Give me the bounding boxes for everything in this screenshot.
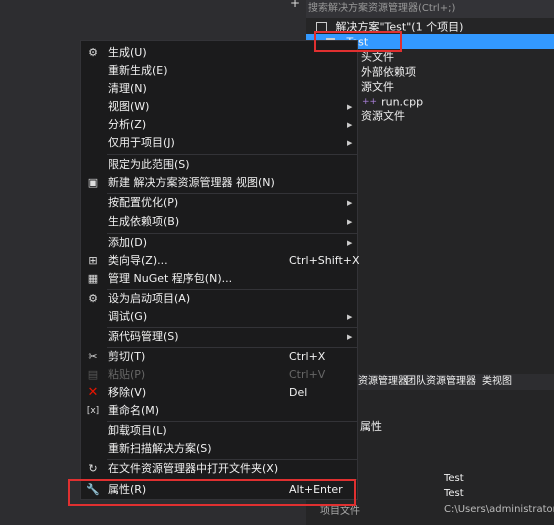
- add-icon[interactable]: +: [290, 0, 300, 10]
- menu-item-unload[interactable]: 卸载项目(L): [81, 422, 357, 440]
- menu-item-rename[interactable]: [x] 重命名(M): [81, 402, 357, 420]
- submenu-arrow-icon: ▶: [347, 121, 353, 129]
- tree-node-resources[interactable]: 资源文件: [361, 108, 405, 123]
- menu-item-analyze[interactable]: 分析(Z) ▶: [81, 116, 357, 134]
- menu-item-build-deps[interactable]: 生成依赖项(B) ▶: [81, 213, 357, 231]
- nuget-icon: ▦: [87, 272, 99, 285]
- submenu-arrow-icon: ▶: [347, 103, 353, 111]
- tree-node-runcpp[interactable]: ++ run.cpp: [362, 94, 423, 109]
- menu-item-add[interactable]: 添加(D) ▶: [81, 234, 357, 252]
- paste-icon: ▤: [87, 368, 99, 381]
- menu-item-new-view[interactable]: ▣ 新建 解决方案资源管理器 视图(N): [81, 174, 357, 192]
- build-icon: ⚙: [88, 46, 98, 59]
- remove-icon: ✕: [87, 385, 99, 400]
- menu-item-scope[interactable]: 限定为此范围(S): [81, 156, 357, 174]
- menu-item-nuget[interactable]: ▦ 管理 NuGet 程序包(N)...: [81, 270, 357, 288]
- tab-class-view[interactable]: 类视图: [482, 374, 512, 390]
- context-menu: ⚙ 生成(U) 重新生成(E) 清理(N) 视图(W) ▶ 分析(Z) ▶ 仅用于项目…: [80, 40, 360, 500]
- menu-item-paste[interactable]: ▤ 粘贴(P) Ctrl+V: [81, 366, 357, 384]
- submenu-arrow-icon: ▶: [347, 313, 353, 321]
- submenu-arrow-icon: ▶: [347, 333, 353, 341]
- new-view-icon: ▣: [87, 176, 99, 189]
- menu-item-remove[interactable]: ✕ 移除(V) Del: [81, 384, 357, 402]
- cut-icon: ✂: [88, 350, 98, 363]
- properties-highlight-box: [68, 479, 356, 506]
- menu-item-rescan[interactable]: 重新扫描解决方案(S): [81, 440, 357, 458]
- properties-title: 属性: [360, 420, 382, 433]
- explorer-search-input[interactable]: 搜索解决方案资源管理器(Ctrl+;): [306, 0, 554, 18]
- menu-item-project-only[interactable]: 仅用于项目(J) ▶: [81, 134, 357, 152]
- tree-node-external[interactable]: 外部依赖项: [361, 64, 416, 79]
- prop-value: Test: [444, 473, 464, 484]
- menu-item-source-control[interactable]: 源代码管理(S) ▶: [81, 328, 357, 346]
- menu-item-view[interactable]: 视图(W) ▶: [81, 98, 357, 116]
- submenu-arrow-icon: ▶: [347, 139, 353, 147]
- submenu-arrow-icon: ▶: [347, 239, 353, 247]
- project-highlight-box: [314, 31, 402, 52]
- open-folder-icon: ↻: [88, 462, 98, 475]
- gear-icon: ⚙: [88, 292, 98, 305]
- menu-item-cut[interactable]: ✂ 剪切(T) Ctrl+X: [81, 348, 357, 366]
- menu-item-pgo[interactable]: 按配置优化(P) ▶: [81, 194, 357, 212]
- cpp-file-icon: ++: [362, 96, 378, 107]
- class-wizard-icon: ⊞: [88, 254, 98, 267]
- menu-item-clean[interactable]: 清理(N): [81, 80, 357, 98]
- submenu-arrow-icon: ▶: [347, 218, 353, 226]
- prop-value: C:\Users\administrator\dc: [444, 504, 554, 515]
- prop-value: Test: [444, 488, 464, 499]
- tab-solution-explorer[interactable]: 资源管理器: [358, 374, 408, 390]
- menu-separator: [107, 154, 357, 155]
- menu-item-class-wizard[interactable]: ⊞ 类向导(Z)... Ctrl+Shift+X: [81, 252, 359, 270]
- menu-item-open-folder[interactable]: ↻ 在文件资源管理器中打开文件夹(X): [81, 460, 357, 478]
- rename-icon: [x]: [86, 406, 100, 416]
- menu-item-debug[interactable]: 调试(G) ▶: [81, 308, 357, 326]
- submenu-arrow-icon: ▶: [347, 199, 353, 207]
- menu-item-rebuild[interactable]: 重新生成(E): [81, 62, 357, 80]
- tree-node-source[interactable]: 源文件: [361, 79, 394, 94]
- tab-team-explorer[interactable]: 团队资源管理器: [406, 374, 476, 390]
- menu-item-set-startup[interactable]: ⚙ 设为启动项目(A): [81, 290, 357, 308]
